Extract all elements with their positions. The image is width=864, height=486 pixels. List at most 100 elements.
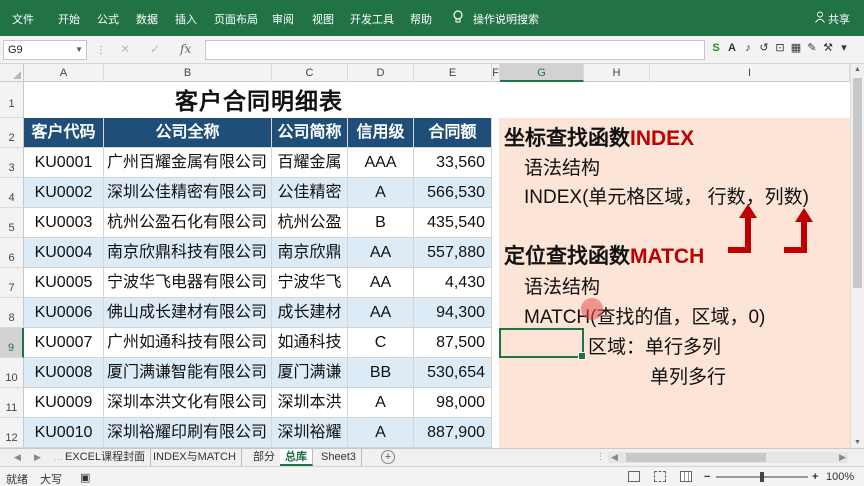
addin-curve-icon[interactable]: ↺	[758, 41, 770, 55]
cell-e11[interactable]: 98,000	[414, 388, 492, 418]
header-customer-code[interactable]: 客户代码	[24, 118, 104, 148]
page-break-preview-icon[interactable]	[680, 471, 692, 482]
cell-a10[interactable]: KU0008	[24, 358, 104, 388]
col-header-f[interactable]: F	[492, 64, 500, 82]
cell-d8[interactable]: AA	[348, 298, 414, 328]
cell-e12[interactable]: 887,900	[414, 418, 492, 448]
tab-formulas[interactable]: 公式	[97, 11, 119, 27]
sheet-tab-sheet3[interactable]: Sheet3	[316, 449, 362, 466]
cell-b7[interactable]: 宁波华飞电器有限公司	[104, 268, 272, 298]
scroll-right-icon[interactable]: ▶	[839, 452, 846, 463]
header-short-name[interactable]: 公司简称	[272, 118, 348, 148]
col-header-g[interactable]: G	[500, 64, 584, 82]
zoom-in-button[interactable]: +	[812, 471, 818, 483]
cell-b6[interactable]: 南京欣鼎科技有限公司	[104, 238, 272, 268]
add-sheet-button[interactable]: +	[381, 450, 395, 464]
prev-sheet-icon[interactable]: ◀	[14, 452, 21, 463]
normal-view-icon[interactable]	[628, 471, 640, 482]
enter-icon[interactable]: ✓	[150, 42, 160, 56]
cell-e10[interactable]: 530,654	[414, 358, 492, 388]
cell-d10[interactable]: BB	[348, 358, 414, 388]
row-header-6[interactable]: 6	[0, 238, 24, 268]
tab-data[interactable]: 数据	[136, 11, 158, 27]
addin-brush2-icon[interactable]: ✎	[806, 41, 818, 55]
col-header-i[interactable]: I	[650, 64, 850, 82]
addin-more-icon[interactable]: ▾	[838, 41, 850, 55]
splitter-dots[interactable]: ⋮	[96, 45, 106, 56]
name-box[interactable]: G9 ▼	[3, 40, 87, 60]
addin-s-icon[interactable]: S	[710, 41, 722, 55]
row-header-9[interactable]: 9	[0, 328, 24, 358]
tab-insert[interactable]: 插入	[175, 11, 197, 27]
cell-e7[interactable]: 4,430	[414, 268, 492, 298]
header-company-name[interactable]: 公司全称	[104, 118, 272, 148]
col-header-e[interactable]: E	[414, 64, 492, 82]
cell-c9[interactable]: 如通科技	[272, 328, 348, 358]
row-header-8[interactable]: 8	[0, 298, 24, 328]
cell-b9[interactable]: 广州如通科技有限公司	[104, 328, 272, 358]
macro-record-icon[interactable]: ▣	[80, 471, 90, 484]
cell-d11[interactable]: A	[348, 388, 414, 418]
cell-e6[interactable]: 557,880	[414, 238, 492, 268]
col-header-d[interactable]: D	[348, 64, 414, 82]
cell-a5[interactable]: KU0003	[24, 208, 104, 238]
horizontal-scrollbar[interactable]: ◀ ▶	[608, 452, 848, 463]
addin-lock-icon[interactable]: ⊡	[774, 41, 786, 55]
cell-b3[interactable]: 广州百耀金属有限公司	[104, 148, 272, 178]
cell-c11[interactable]: 深圳本洪	[272, 388, 348, 418]
scroll-left-icon[interactable]: ◀	[611, 452, 618, 463]
cell-b4[interactable]: 深圳公佳精密有限公司	[104, 178, 272, 208]
selected-cell-g9[interactable]	[499, 328, 586, 360]
cell-b11[interactable]: 深圳本洪文化有限公司	[104, 388, 272, 418]
sheet-tab-cover[interactable]: EXCEL课程封面	[60, 449, 152, 466]
zoom-slider[interactable]	[716, 472, 808, 482]
vertical-scroll-thumb[interactable]	[853, 78, 862, 288]
addin-a-icon[interactable]: A	[726, 41, 738, 55]
addin-grid-icon[interactable]: ▦	[790, 41, 802, 55]
header-credit-level[interactable]: 信用级	[348, 118, 414, 148]
col-header-b[interactable]: B	[104, 64, 272, 82]
insert-function-button[interactable]: fx	[180, 42, 191, 56]
horizontal-scroll-thumb[interactable]	[626, 453, 766, 462]
cell-a12[interactable]: KU0010	[24, 418, 104, 448]
sheet-tab-all[interactable]: 总库	[280, 449, 313, 466]
cell-b12[interactable]: 深圳裕耀印刷有限公司	[104, 418, 272, 448]
chevron-down-icon[interactable]: ▼	[75, 45, 83, 54]
tab-review[interactable]: 审阅	[272, 11, 294, 27]
row-header-11[interactable]: 11	[0, 388, 24, 418]
col-header-a[interactable]: A	[24, 64, 104, 82]
scroll-down-icon[interactable]: ▼	[854, 439, 861, 446]
cell-d9[interactable]: C	[348, 328, 414, 358]
cell-c6[interactable]: 南京欣鼎	[272, 238, 348, 268]
zoom-out-button[interactable]: −	[704, 471, 710, 483]
cell-a9[interactable]: KU0007	[24, 328, 104, 358]
row-header-1[interactable]: 1	[0, 82, 24, 118]
tab-view[interactable]: 视图	[312, 11, 334, 27]
cell-e3[interactable]: 33,560	[414, 148, 492, 178]
row-header-12[interactable]: 12	[0, 418, 24, 448]
cell-b8[interactable]: 佛山成长建材有限公司	[104, 298, 272, 328]
cell-d6[interactable]: AA	[348, 238, 414, 268]
tab-splitter[interactable]: ⋮	[596, 451, 605, 462]
tab-home[interactable]: 开始	[58, 11, 80, 27]
addin-brush-icon[interactable]: ♪	[742, 41, 754, 55]
cell-a3[interactable]: KU0001	[24, 148, 104, 178]
cell-c12[interactable]: 深圳裕耀	[272, 418, 348, 448]
cell-e8[interactable]: 94,300	[414, 298, 492, 328]
cell-a11[interactable]: KU0009	[24, 388, 104, 418]
cell-a8[interactable]: KU0006	[24, 298, 104, 328]
formula-input[interactable]	[205, 40, 705, 60]
cell-c4[interactable]: 公佳精密	[272, 178, 348, 208]
zoom-slider-knob[interactable]	[760, 472, 764, 482]
cell-e9[interactable]: 87,500	[414, 328, 492, 358]
worksheet-grid[interactable]: 客户合同明细表 客户代码 公司全称 公司简称 信用级 合同额 KU0001 广州…	[24, 82, 850, 448]
next-sheet-icon[interactable]: ▶	[34, 452, 41, 463]
row-header-7[interactable]: 7	[0, 268, 24, 298]
select-all-corner[interactable]	[0, 64, 24, 82]
sheet-title[interactable]: 客户合同明细表	[24, 82, 494, 118]
cell-b10[interactable]: 厦门满谦智能有限公司	[104, 358, 272, 388]
cell-c5[interactable]: 杭州公盈	[272, 208, 348, 238]
col-header-c[interactable]: C	[272, 64, 348, 82]
cell-a6[interactable]: KU0004	[24, 238, 104, 268]
scroll-up-icon[interactable]: ▲	[854, 66, 861, 73]
